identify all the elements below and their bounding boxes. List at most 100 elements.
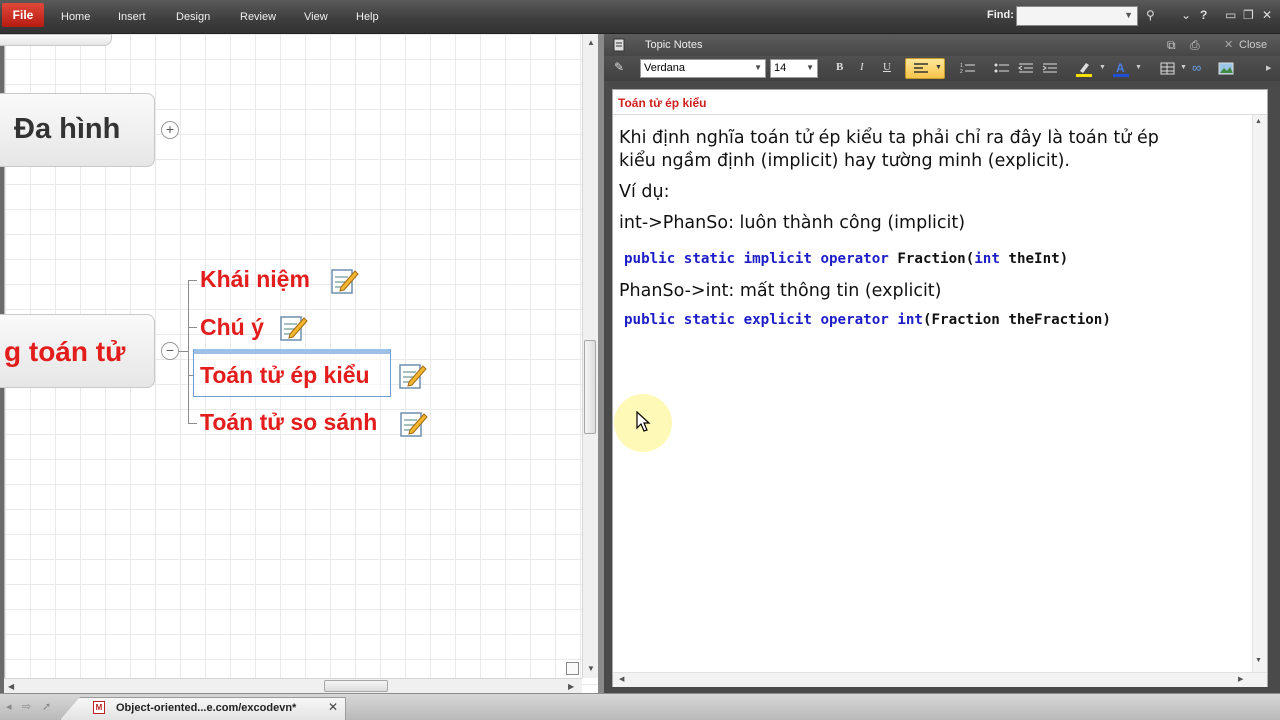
notes-vertical-scrollbar[interactable] bbox=[1252, 115, 1267, 675]
subtopic-toan-tu-ep-kieu[interactable]: Toán tử ép kiểu bbox=[200, 362, 370, 389]
selection-handle-bar[interactable] bbox=[194, 349, 390, 354]
chevron-down-icon[interactable]: ▼ bbox=[935, 64, 942, 71]
document-tab-title[interactable]: Object-oriented...e.com/excodevn* bbox=[116, 702, 296, 714]
code-keywords: public static explicit operator int bbox=[624, 312, 923, 328]
chevron-down-icon[interactable]: ▼ bbox=[1135, 64, 1142, 71]
font-size-select[interactable]: 14 ▼ bbox=[770, 59, 818, 78]
close-icon[interactable]: ✕ bbox=[1262, 8, 1272, 22]
font-size-value: 14 bbox=[774, 62, 787, 74]
scroll-down-icon[interactable]: ▼ bbox=[587, 664, 595, 673]
code-line-implicit: public static implicit operator Fraction… bbox=[624, 251, 1068, 267]
chevron-down-icon[interactable]: ▼ bbox=[1124, 10, 1133, 20]
italic-icon[interactable]: I bbox=[860, 61, 864, 73]
arrow-icon[interactable]: ➚ bbox=[42, 700, 51, 713]
outdent-icon[interactable] bbox=[1018, 62, 1034, 75]
filter-icon[interactable]: ⚲ bbox=[1146, 8, 1155, 22]
indent-icon[interactable] bbox=[1042, 62, 1058, 75]
note-example-label: Ví dụ: bbox=[619, 182, 670, 202]
notes-close-button[interactable]: Close bbox=[1239, 39, 1267, 51]
tab-help[interactable]: Help bbox=[356, 11, 379, 23]
zoom-fit-icon[interactable] bbox=[566, 662, 579, 675]
scroll-right-icon[interactable]: ▶ bbox=[1238, 675, 1243, 683]
forward-icon[interactable]: ⇨ bbox=[22, 700, 31, 713]
subtopic-toan-tu-so-sanh[interactable]: Toán tử so sánh bbox=[200, 409, 377, 436]
scroll-up-icon[interactable]: ▲ bbox=[587, 38, 595, 47]
format-painter-icon[interactable]: ✎ bbox=[614, 60, 624, 74]
subtopic-chu-y[interactable]: Chú ý bbox=[200, 314, 264, 341]
help-icon[interactable]: ? bbox=[1200, 8, 1207, 22]
note-implicit-description: int->PhanSo: luôn thành công (implicit) bbox=[619, 213, 966, 233]
notes-editor[interactable] bbox=[612, 89, 1268, 687]
tab-view[interactable]: View bbox=[304, 11, 328, 23]
chevron-down-icon[interactable]: ▼ bbox=[1180, 64, 1187, 71]
code-param-type: int bbox=[974, 251, 1000, 267]
note-icon[interactable] bbox=[397, 360, 427, 390]
image-icon[interactable] bbox=[1218, 62, 1234, 75]
topic-notes-header bbox=[604, 34, 1280, 56]
notes-horizontal-scrollbar[interactable] bbox=[613, 672, 1267, 687]
table-icon[interactable] bbox=[1160, 62, 1175, 75]
code-params: (Fraction theFraction) bbox=[922, 312, 1111, 328]
branch-line bbox=[188, 280, 197, 281]
app-window: File Home Insert Design Review View Help… bbox=[0, 0, 1280, 720]
align-left-icon bbox=[914, 63, 928, 73]
minus-icon[interactable]: − bbox=[161, 342, 179, 360]
highlight-color-icon[interactable] bbox=[1075, 61, 1093, 77]
chevron-down-icon[interactable]: ▼ bbox=[1099, 64, 1106, 71]
find-label: Find: bbox=[987, 9, 1014, 21]
note-topic-heading: Toán tử ép kiểu bbox=[618, 96, 707, 110]
tab-review[interactable]: Review bbox=[240, 11, 276, 23]
close-icon[interactable]: ✕ bbox=[328, 700, 338, 714]
note-explicit-description: PhanSo->int: mất thông tin (explicit) bbox=[619, 281, 942, 301]
chevron-down-icon[interactable]: ▼ bbox=[806, 63, 814, 72]
back-icon[interactable]: ◂ bbox=[6, 700, 12, 713]
code-paren: ( bbox=[965, 251, 975, 267]
scroll-up-icon[interactable]: ▲ bbox=[1255, 118, 1262, 125]
topic-fragment[interactable] bbox=[0, 34, 112, 46]
numbered-list-icon[interactable]: 12 bbox=[960, 62, 976, 75]
tab-home[interactable]: Home bbox=[61, 11, 90, 23]
svg-text:A: A bbox=[1116, 61, 1125, 75]
scroll-left-icon[interactable]: ◀ bbox=[8, 682, 14, 691]
svg-text:2: 2 bbox=[960, 69, 963, 75]
pop-out-icon[interactable]: ⧉ bbox=[1167, 38, 1176, 53]
subtopic-khai-niem[interactable]: Khái niệm bbox=[200, 266, 310, 293]
heading-divider bbox=[613, 114, 1267, 115]
map-horizontal-scrollbar[interactable] bbox=[4, 678, 582, 693]
plus-icon[interactable]: + bbox=[161, 121, 179, 139]
font-color-icon[interactable]: A bbox=[1112, 61, 1130, 77]
bold-icon[interactable]: B bbox=[836, 61, 843, 73]
map-vertical-scroll-thumb[interactable] bbox=[584, 340, 596, 434]
chevron-down-icon[interactable]: ▼ bbox=[754, 63, 762, 72]
underline-icon[interactable]: U bbox=[883, 61, 891, 73]
minimize-icon[interactable]: ▭ bbox=[1225, 8, 1236, 22]
bullet-list-icon[interactable] bbox=[994, 62, 1010, 75]
note-paragraph-line: kiểu ngầm định (implicit) hay tường minh… bbox=[619, 151, 1070, 171]
scroll-down-icon[interactable]: ▼ bbox=[1255, 657, 1262, 664]
note-icon[interactable] bbox=[278, 312, 308, 342]
note-icon[interactable] bbox=[329, 265, 359, 295]
mouse-cursor-icon bbox=[636, 411, 651, 432]
maximize-icon[interactable]: ❐ bbox=[1243, 8, 1254, 22]
code-param-name: theInt) bbox=[1008, 251, 1069, 267]
scroll-left-icon[interactable]: ◀ bbox=[619, 675, 624, 683]
link-icon[interactable]: ∞ bbox=[1192, 60, 1201, 75]
tab-design[interactable]: Design bbox=[176, 11, 210, 23]
notes-panel-icon bbox=[613, 38, 625, 52]
close-icon[interactable]: ✕ bbox=[1224, 38, 1233, 51]
notes-panel-title: Topic Notes bbox=[645, 39, 703, 51]
note-icon[interactable] bbox=[398, 408, 428, 438]
file-tab[interactable]: File bbox=[2, 3, 44, 27]
code-type: Fraction bbox=[897, 251, 966, 267]
code-keywords: public static implicit operator bbox=[624, 251, 889, 267]
code-line-explicit: public static explicit operator int(Frac… bbox=[624, 312, 1111, 328]
print-icon[interactable]: ⎙ bbox=[1190, 38, 1200, 53]
font-family-select[interactable]: Verdana ▼ bbox=[640, 59, 766, 78]
scroll-right-icon[interactable]: ▶ bbox=[568, 682, 574, 691]
find-input[interactable]: ▼ bbox=[1016, 6, 1138, 26]
map-horizontal-scroll-thumb[interactable] bbox=[324, 680, 388, 692]
chevron-right-icon[interactable]: ▶ bbox=[1266, 64, 1271, 72]
tab-insert[interactable]: Insert bbox=[118, 11, 146, 23]
chevron-down-icon[interactable]: ⌄ bbox=[1181, 8, 1191, 22]
note-paragraph-line: Khi định nghĩa toán tử ép kiểu ta phải c… bbox=[619, 128, 1159, 148]
